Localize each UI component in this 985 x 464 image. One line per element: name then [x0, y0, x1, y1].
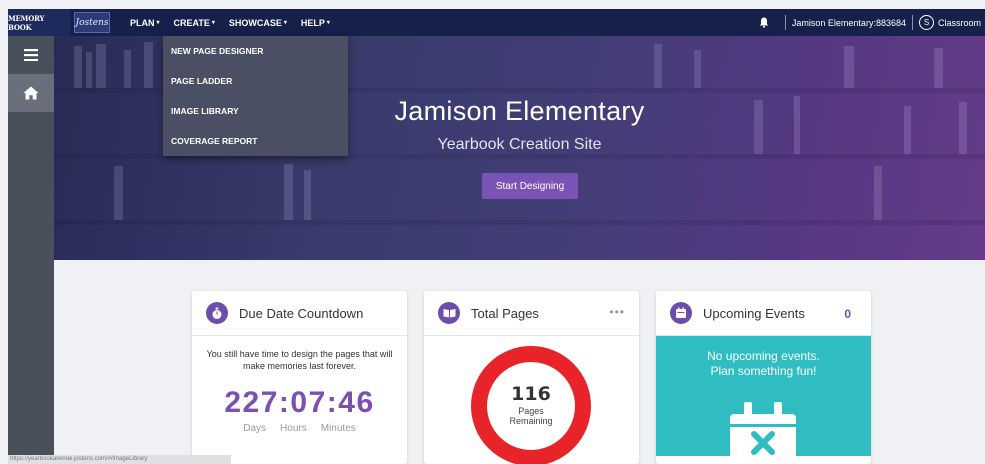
events-empty-state: No upcoming events. Plan something fun! — [656, 336, 871, 458]
home-icon — [23, 86, 39, 100]
due-date-countdown-card: Due Date Countdown You still have time t… — [192, 291, 407, 464]
card-header: Due Date Countdown — [192, 291, 407, 336]
more-options-icon[interactable]: ••• — [609, 305, 625, 319]
total-pages-card: Total Pages ••• 116 Pages Remaining — [424, 291, 639, 464]
pages-label: Pages — [518, 406, 544, 416]
memory-book-logo[interactable]: MEMORY BOOK — [8, 9, 70, 36]
left-rail — [8, 36, 54, 464]
nav-create-label: CREATE — [173, 17, 210, 28]
pages-ring-chart: 116 Pages Remaining — [471, 346, 591, 464]
nav-plan-label: PLAN — [130, 17, 155, 28]
pages-label-remaining: Remaining — [509, 416, 552, 426]
nav-plan[interactable]: PLAN ▾ — [130, 18, 160, 28]
card-title: Total Pages — [471, 305, 539, 321]
events-count: 0 — [844, 307, 851, 321]
card-header: Upcoming Events 0 — [656, 291, 871, 336]
bell-icon[interactable] — [757, 16, 771, 30]
card-title: Due Date Countdown — [239, 305, 364, 321]
create-dropdown-menu: NEW PAGE DESIGNER PAGE LADDER IMAGE LIBR… — [163, 36, 348, 156]
home-button[interactable] — [8, 74, 54, 112]
menu-item-page-ladder[interactable]: PAGE LADDER — [163, 66, 348, 96]
caret-down-icon: ▾ — [156, 20, 160, 26]
nav-help[interactable]: HELP ▾ — [301, 18, 330, 28]
countdown-message: You still have time to design the pages … — [206, 349, 393, 371]
classroom-badge: S — [918, 15, 934, 30]
divider — [911, 15, 913, 30]
unit-days: Days — [243, 423, 267, 434]
nav-showcase[interactable]: SHOWCASE ▾ — [229, 18, 287, 28]
classroom-label: Classroom — [937, 17, 981, 28]
calendar-icon — [670, 302, 692, 324]
countdown-value: 227:07:46 — [224, 386, 375, 419]
upcoming-events-card: Upcoming Events 0 No upcoming events. Pl… — [656, 291, 871, 464]
jostens-logo[interactable]: Jostens — [74, 12, 110, 33]
hamburger-icon — [24, 49, 38, 61]
start-designing-button[interactable]: Start Designing — [482, 173, 578, 199]
account-name[interactable]: Jamison Elementary:883684 — [792, 18, 906, 28]
stopwatch-icon — [206, 302, 228, 324]
top-navbar: MEMORY BOOK Jostens PLAN ▾ CREATE ▾ SHOWCA… — [8, 9, 985, 36]
unit-hours: Hours — [280, 423, 307, 434]
caret-down-icon: ▾ — [283, 20, 287, 26]
menu-item-new-page-designer[interactable]: NEW PAGE DESIGNER — [163, 36, 348, 66]
menu-item-image-library[interactable]: IMAGE LIBRARY — [163, 96, 348, 126]
card-header: Total Pages ••• — [424, 291, 639, 336]
unit-minutes: Minutes — [320, 423, 356, 434]
events-empty-hint: Plan something fun! — [710, 364, 817, 378]
menu-item-coverage-report[interactable]: COVERAGE REPORT — [163, 126, 348, 156]
calendar-x-icon — [730, 402, 796, 458]
nav-showcase-label: SHOWCASE — [228, 17, 282, 28]
divider — [784, 15, 786, 30]
events-empty-message: No upcoming events. — [707, 349, 820, 363]
main-nav: PLAN ▾ CREATE ▾ SHOWCASE ▾ HELP ▾ — [130, 9, 344, 36]
caret-down-icon: ▾ — [326, 20, 330, 26]
page: MEMORY BOOK Jostens PLAN ▾ CREATE ▾ SHOWCA… — [0, 0, 985, 464]
menu-toggle[interactable] — [8, 36, 54, 74]
book-open-icon — [438, 302, 460, 324]
nav-create[interactable]: CREATE ▾ — [174, 18, 215, 28]
classroom-switch[interactable]: S Classroom — [918, 15, 981, 30]
caret-down-icon: ▾ — [211, 20, 215, 26]
countdown-units: Days Hours Minutes — [192, 423, 407, 434]
nav-help-label: HELP — [300, 17, 325, 28]
card-title: Upcoming Events — [703, 305, 805, 321]
user-area: Jamison Elementary:883684 S Classroom — [757, 9, 985, 36]
pages-value: 116 — [511, 383, 551, 405]
browser-status-bar: https://yearbookavenue.jostens.com/#/ima… — [8, 455, 231, 464]
